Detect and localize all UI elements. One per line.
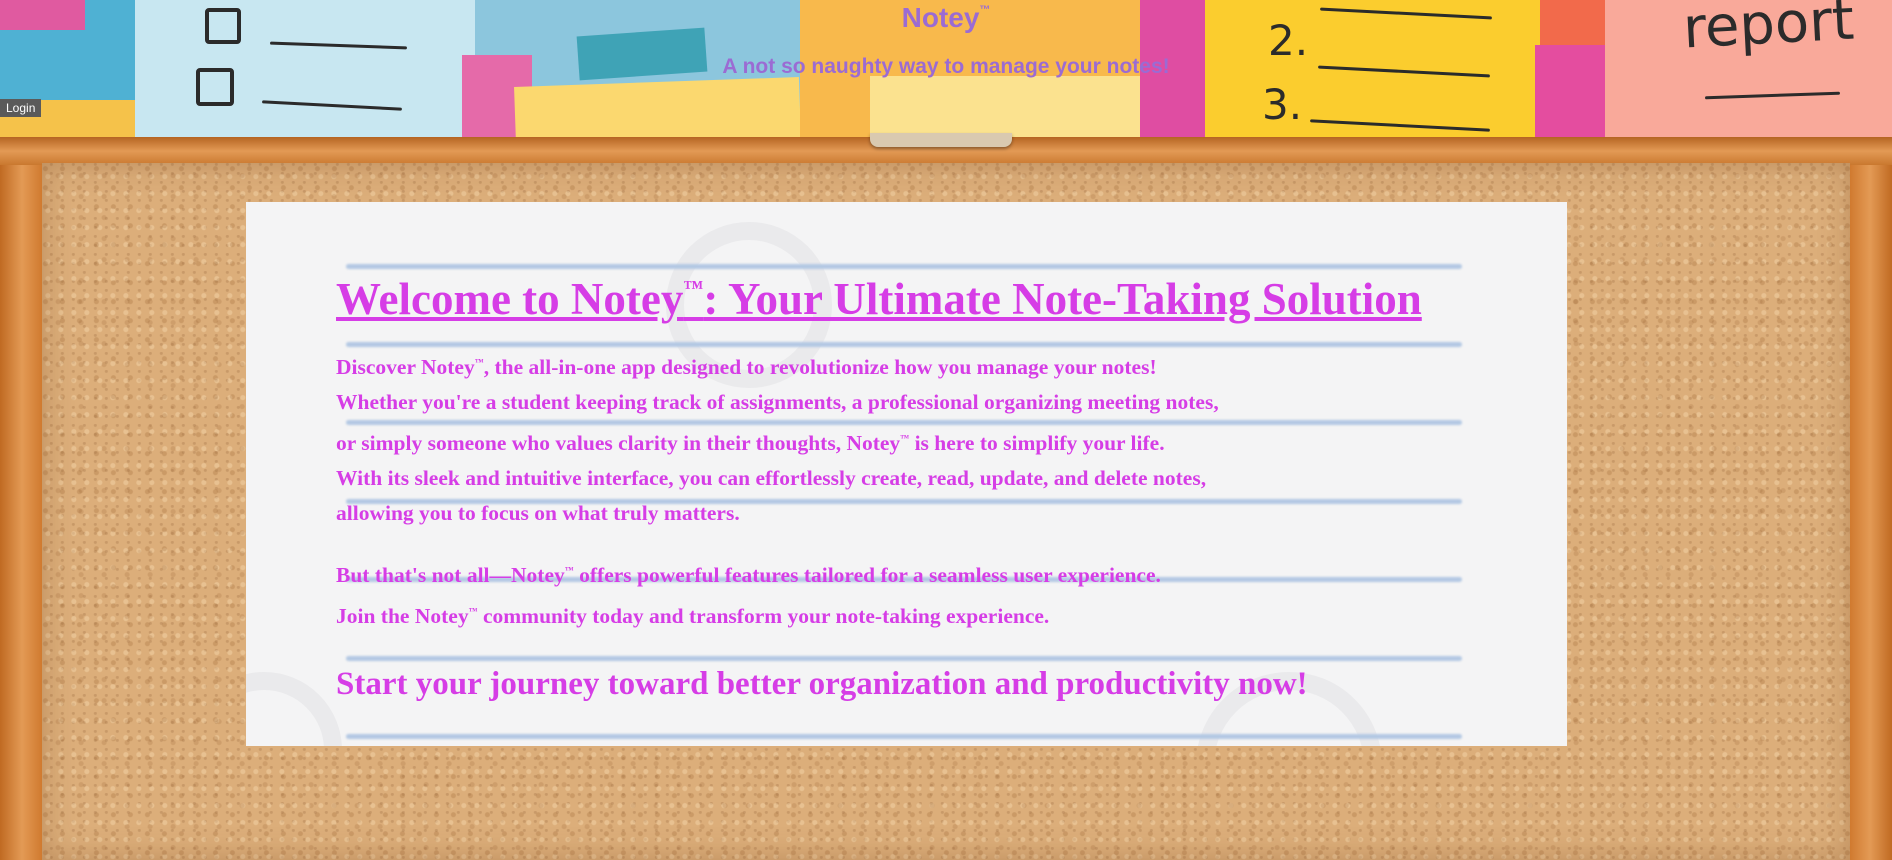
intro-line-1: Discover Notey™, the all-in-one app desi…: [336, 345, 1536, 385]
text-run: community today and transform your note-…: [477, 603, 1050, 628]
trademark-mark: ™: [979, 4, 991, 16]
banner-number-3: 3.: [1262, 80, 1303, 129]
text-run: Join the Notey: [336, 603, 469, 628]
welcome-content: Welcome to Notey™: Your Ultimate Note-Ta…: [336, 262, 1536, 704]
text-run: , the all-in-one app designed to revolut…: [483, 355, 1157, 379]
text-run: Discover Notey: [336, 355, 475, 379]
text-run: or simply someone who values clarity in …: [336, 430, 901, 455]
intro-line-5: allowing you to focus on what truly matt…: [336, 501, 740, 526]
welcome-card: Welcome to Notey™: Your Ultimate Note-Ta…: [246, 202, 1567, 746]
heading-part-1: Welcome to Notey: [336, 274, 684, 324]
text-run: is here to simplify your life.: [909, 430, 1165, 455]
features-line-2: Join the Notey™ community today and tran…: [336, 594, 1536, 634]
app-title-text: Notey: [901, 2, 980, 33]
login-button[interactable]: Login: [0, 99, 42, 117]
banner-yellow-note: [514, 77, 801, 137]
text-run: offers powerful features tailored for a …: [573, 563, 1161, 588]
features-line-1: But that's not all—Notey™ offers powerfu…: [336, 553, 1536, 593]
features-paragraph: But that's not all—Notey™ offers powerfu…: [336, 553, 1536, 634]
app-title: Notey™: [0, 2, 1892, 34]
trademark-mark: ™: [683, 277, 704, 299]
board-clip: [870, 133, 1012, 147]
banner-cream-note: [870, 76, 1160, 137]
trademark-mark: ™: [564, 565, 574, 576]
welcome-heading: Welcome to Notey™: Your Ultimate Note-Ta…: [336, 262, 1536, 325]
watermark-circle: [246, 672, 342, 746]
header-banner: 2. 3. report Notey™ A not so naughty way…: [0, 0, 1892, 137]
heading-part-2: : Your Ultimate Note-Taking Solution: [703, 274, 1422, 324]
ruled-line: [346, 734, 1462, 739]
app-tagline: A not so naughty way to manage your note…: [722, 55, 1170, 78]
trademark-mark: ™: [468, 605, 478, 616]
intro-line-4: With its sleek and intuitive interface, …: [336, 465, 1207, 490]
text-run: But that's not all—Notey: [336, 563, 565, 588]
intro-line-3: or simply someone who values clarity in …: [336, 421, 1536, 461]
call-to-action: Start your journey toward better organiz…: [336, 666, 1308, 703]
intro-line-2: Whether you're a student keeping track o…: [336, 390, 1219, 415]
trademark-mark: ™: [474, 357, 484, 367]
trademark-mark: ™: [900, 432, 910, 443]
intro-paragraph: Discover Notey™, the all-in-one app desi…: [336, 345, 1536, 531]
